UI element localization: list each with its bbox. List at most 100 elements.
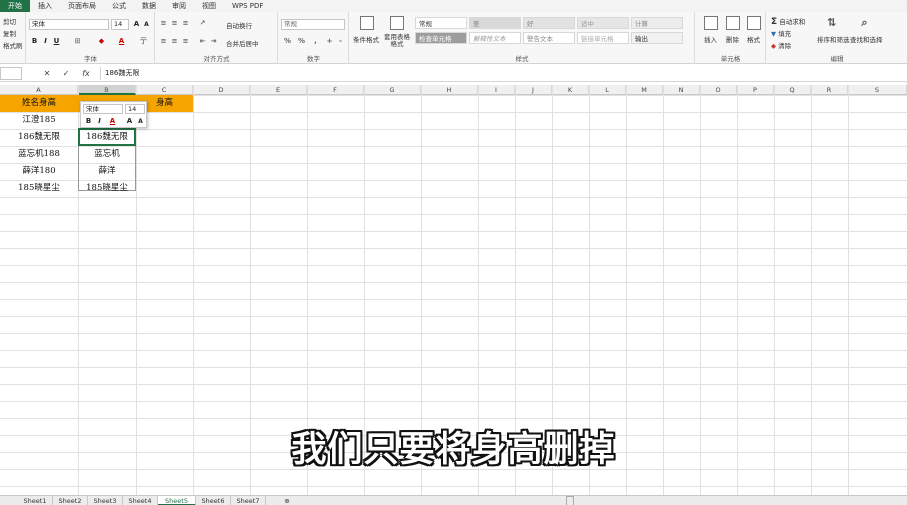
cut-button[interactable]: 剪切 — [3, 16, 16, 26]
delete-cells-button[interactable]: 删除 — [726, 34, 739, 44]
column-header-h[interactable]: H — [421, 85, 478, 95]
autosum-button[interactable]: Σ 自动求和 — [771, 16, 805, 27]
column-header-e[interactable]: E — [250, 85, 307, 95]
cell-b5[interactable]: 185晓星尘 — [78, 180, 136, 197]
comma-icon[interactable]: , — [311, 37, 320, 46]
format-painter-button[interactable]: 格式刷 — [3, 40, 23, 50]
grow-font-button[interactable]: A — [132, 20, 141, 29]
delete-cells-icon[interactable] — [726, 16, 740, 30]
tab-home[interactable]: 开始 — [0, 0, 30, 12]
table-format-button[interactable]: 套用表格格式 — [382, 34, 412, 48]
cell-a3[interactable]: 186魏无限 — [0, 129, 78, 146]
style-output[interactable]: 输出 — [631, 32, 683, 44]
style-check-cell[interactable]: 检查单元格 — [415, 32, 467, 44]
column-header-o[interactable]: O — [700, 85, 737, 95]
indent-icon[interactable]: ⇤ — [198, 37, 207, 46]
column-header-q[interactable]: Q — [774, 85, 811, 95]
find-select-button[interactable]: 查找和选择 — [850, 34, 883, 44]
format-cells-icon[interactable] — [747, 16, 761, 30]
tab-wps-pdf[interactable]: WPS PDF — [224, 0, 271, 12]
clear-button[interactable]: ◆ 清除 — [771, 40, 791, 50]
horizontal-scrollbar[interactable] — [566, 496, 574, 505]
insert-function-icon[interactable]: fx — [79, 67, 93, 80]
cell-a4[interactable]: 蓝忘机188 — [0, 146, 78, 163]
fill-color-icon[interactable]: ◆ — [97, 37, 106, 46]
font-size-select[interactable]: 14 — [111, 19, 129, 30]
currency-icon[interactable]: % — [283, 37, 292, 46]
table-format-icon[interactable] — [390, 16, 404, 30]
column-header-i[interactable]: I — [478, 85, 515, 95]
shrink-font-button[interactable]: A — [142, 20, 151, 29]
insert-cells-button[interactable]: 插入 — [704, 34, 717, 44]
style-linked-cell[interactable]: 链接单元格 — [577, 32, 629, 44]
fill-button[interactable]: ▼ 填充 — [771, 28, 791, 38]
number-format-select[interactable]: 常规 — [281, 19, 345, 30]
style-warning[interactable]: 警告文本 — [523, 32, 575, 44]
column-header-s[interactable]: S — [848, 85, 907, 95]
cell-b2[interactable]: 186魏无限 — [78, 128, 136, 146]
phonetic-icon[interactable]: 亍 — [139, 37, 148, 46]
copy-button[interactable]: 复制 — [3, 28, 16, 38]
sheet-tab-3[interactable]: Sheet3 — [88, 496, 123, 505]
cell-a6[interactable]: 185晓星尘 — [0, 180, 78, 197]
column-header-g[interactable]: G — [364, 85, 421, 95]
sort-filter-icon[interactable]: ⇅ — [827, 17, 836, 28]
font-name-select[interactable]: 宋体 — [29, 19, 109, 30]
style-bad[interactable]: 差 — [469, 17, 521, 29]
align-right-icon[interactable]: ≡ — [181, 37, 190, 46]
mini-font-select[interactable]: 宋体 — [83, 104, 123, 114]
formula-input[interactable]: 186魏无限 — [100, 67, 907, 80]
column-header-p[interactable]: P — [737, 85, 774, 95]
mini-size-select[interactable]: 14 — [125, 104, 145, 114]
align-bottom-icon[interactable]: ≡ — [181, 19, 190, 28]
cell-a2[interactable]: 江澄185 — [0, 112, 78, 129]
cell-b4[interactable]: 薛洋 — [78, 163, 136, 180]
format-cells-button[interactable]: 格式 — [747, 34, 760, 44]
conditional-format-icon[interactable] — [360, 16, 374, 30]
style-calculation[interactable]: 计算 — [631, 17, 683, 29]
add-sheet-icon[interactable]: ⊕ — [280, 496, 294, 505]
mini-grow-font-icon[interactable]: A — [125, 117, 134, 126]
bold-button[interactable]: B — [30, 37, 39, 46]
column-header-f[interactable]: F — [307, 85, 364, 95]
style-neutral[interactable]: 适中 — [577, 17, 629, 29]
column-header-m[interactable]: M — [626, 85, 663, 95]
column-header-d[interactable]: D — [193, 85, 250, 95]
style-good[interactable]: 好 — [523, 17, 575, 29]
style-explanatory[interactable]: 解释性文本 — [469, 32, 521, 44]
merge-center-button[interactable]: 合并后居中 — [226, 38, 259, 48]
cancel-icon[interactable]: ✕ — [40, 67, 54, 80]
wrap-text-button[interactable]: 自动换行 — [226, 20, 252, 30]
style-normal[interactable]: 常规 — [415, 17, 467, 29]
enter-icon[interactable]: ✓ — [59, 67, 73, 80]
column-header-n[interactable]: N — [663, 85, 700, 95]
align-left-icon[interactable]: ≡ — [159, 37, 168, 46]
align-center-icon[interactable]: ≡ — [170, 37, 179, 46]
font-color-icon[interactable]: A — [117, 37, 126, 46]
tab-formulas[interactable]: 公式 — [104, 0, 134, 12]
sheet-tab-2[interactable]: Sheet2 — [53, 496, 88, 505]
borders-icon[interactable]: ⊞ — [73, 37, 82, 46]
sheet-tab-5[interactable]: Sheet5 — [158, 496, 196, 505]
column-header-c[interactable]: C — [136, 85, 193, 95]
mini-font-color-icon[interactable]: A — [108, 117, 117, 126]
tab-data[interactable]: 数据 — [134, 0, 164, 12]
tab-review[interactable]: 审阅 — [164, 0, 194, 12]
column-header-l[interactable]: L — [589, 85, 626, 95]
tab-insert[interactable]: 插入 — [30, 0, 60, 12]
decrease-decimal-icon[interactable]: - — [336, 37, 345, 46]
align-middle-icon[interactable]: ≡ — [170, 19, 179, 28]
binoculars-icon[interactable]: ⌕ — [860, 17, 869, 28]
cell-b3[interactable]: 蓝忘机 — [78, 146, 136, 163]
sheet-tab-6[interactable]: Sheet6 — [196, 496, 231, 505]
column-header-r[interactable]: R — [811, 85, 848, 95]
mini-italic-button[interactable]: I — [95, 117, 104, 126]
align-top-icon[interactable]: ≡ — [159, 19, 168, 28]
percent-icon[interactable]: % — [297, 37, 306, 46]
cell-a5[interactable]: 薛洋180 — [0, 163, 78, 180]
sort-filter-button[interactable]: 排序和筛选 — [817, 34, 850, 44]
tab-page-layout[interactable]: 页面布局 — [60, 0, 104, 12]
mini-shrink-font-icon[interactable]: A — [136, 117, 145, 126]
outdent-icon[interactable]: ⇥ — [209, 37, 218, 46]
tab-view[interactable]: 视图 — [194, 0, 224, 12]
